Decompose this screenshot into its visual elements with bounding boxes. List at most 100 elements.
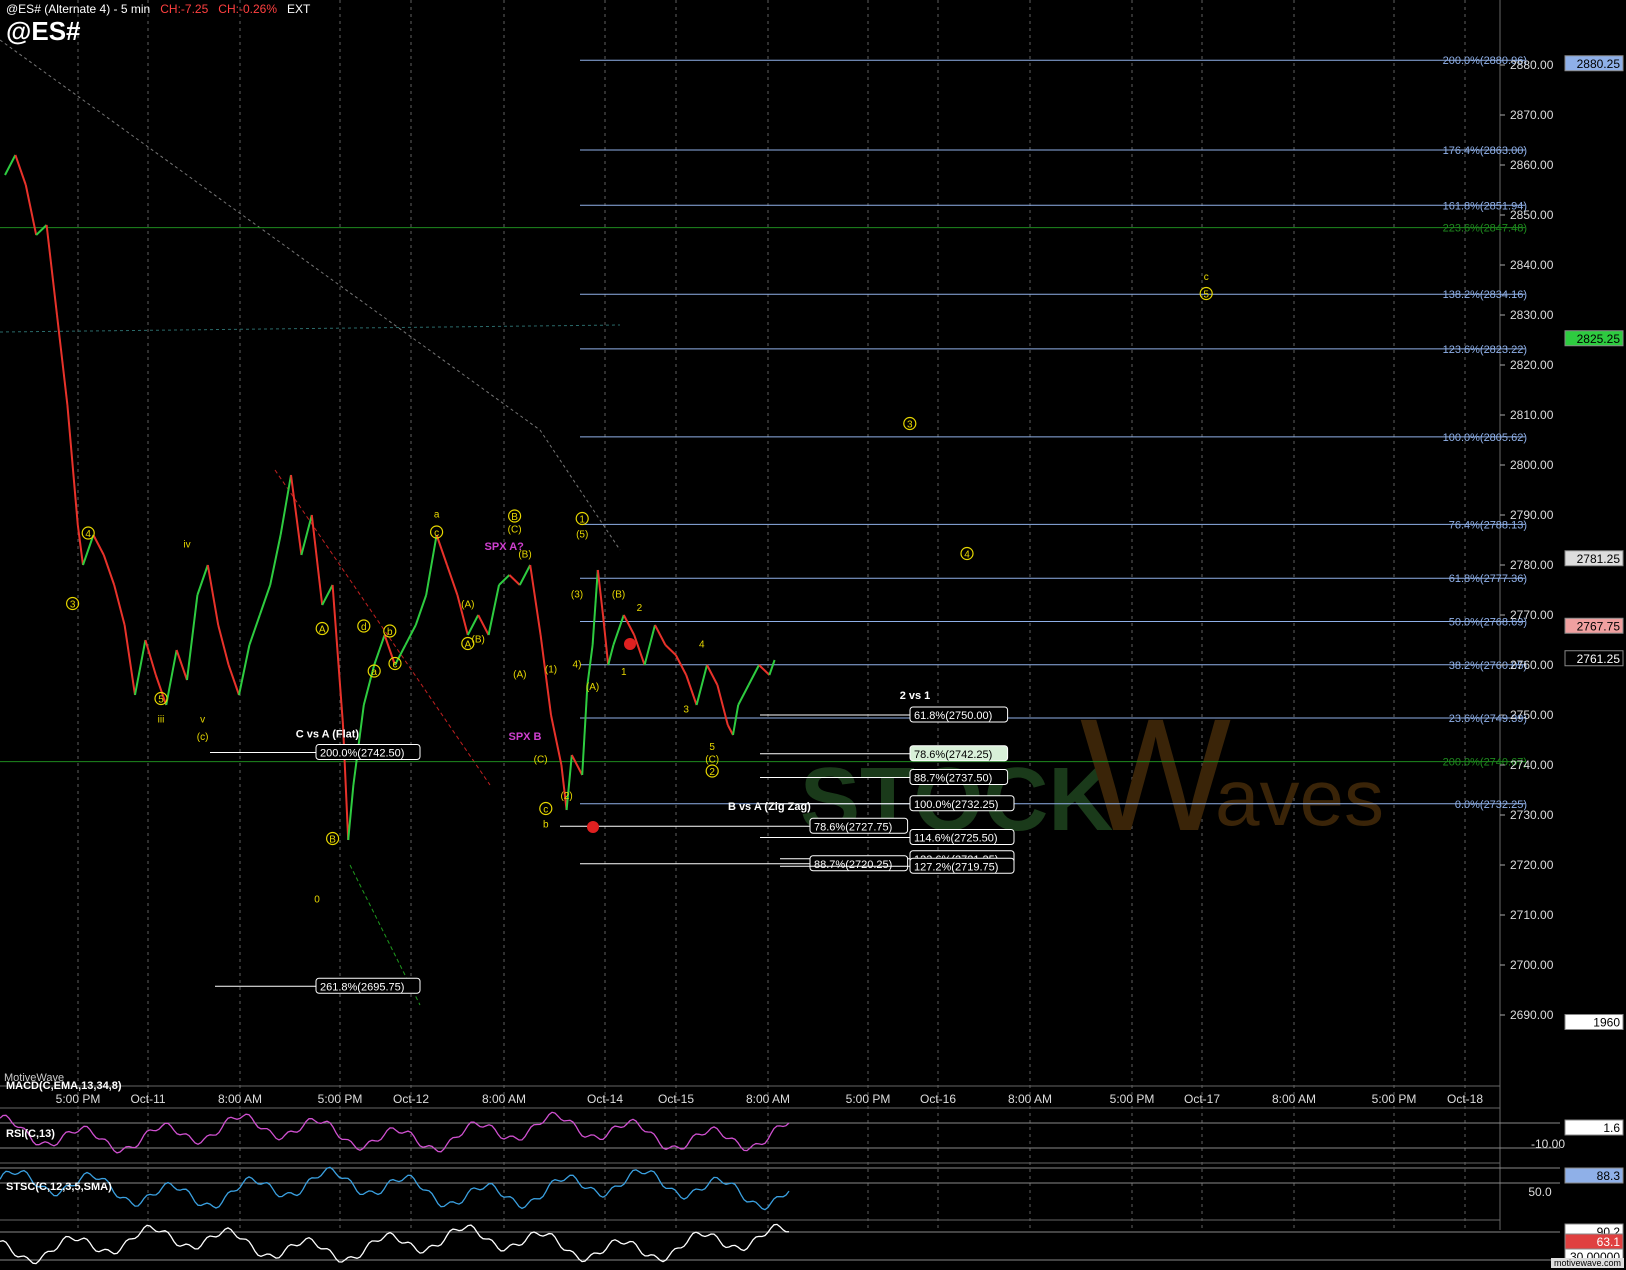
wave-label: a (434, 510, 440, 521)
boxed-level-label: 261.8%(2695.75) (320, 981, 404, 993)
price-segment (747, 664, 760, 686)
wave-label: (5) (576, 530, 588, 541)
wave-label: 4 (964, 550, 970, 561)
grid: STOCKWaves (0, 0, 1501, 1230)
y-tick-label: 2790.00 (1510, 508, 1554, 522)
wave-label: 0 (314, 895, 320, 906)
macd-badge-label: 1.6 (1603, 1121, 1620, 1135)
chart-header: @ES# (Alternate 4) - 5 min CH:-7.25 CH:-… (6, 2, 310, 16)
x-tick-label: Oct-11 (130, 1092, 165, 1106)
y-tick-label: 2830.00 (1510, 308, 1554, 322)
y-tick-label: 2710.00 (1510, 908, 1554, 922)
price-segment (591, 569, 599, 646)
wave-label: 4 (699, 640, 705, 651)
price-segment (560, 764, 568, 811)
wave-label: (B) (472, 635, 485, 646)
x-tick-label: 8:00 AM (746, 1092, 790, 1106)
y-tick-label: 2750.00 (1510, 708, 1554, 722)
y-tick-label: 2860.00 (1510, 158, 1554, 172)
price-segment (768, 659, 776, 676)
price-segment (596, 569, 604, 616)
wave-label: (B) (612, 590, 625, 601)
wave-label: 1 (579, 515, 585, 526)
price-segment (35, 224, 48, 236)
price-segment (466, 614, 480, 636)
price-segment (4, 154, 17, 176)
chart-title: @ES# (Alternate 4) - 5 min (6, 2, 151, 16)
x-tick-label: Oct-17 (1184, 1092, 1220, 1106)
macd-tick-label: -10.00 (1531, 1137, 1565, 1151)
wave-label: 5 (1203, 290, 1209, 301)
price-segment (529, 564, 542, 636)
y-tick-label: 2820.00 (1510, 358, 1554, 372)
price-segment (258, 584, 272, 616)
price-segment (477, 614, 490, 636)
wave-label: (A) (586, 682, 599, 693)
change-points: CH:-7.25 (160, 2, 209, 16)
price-segment (134, 639, 147, 696)
price-segment (518, 564, 532, 586)
price-segment (144, 639, 157, 676)
stsc-label: STSC(C,12,3,5,SMA) (6, 1181, 112, 1193)
y-tick-label: 2810.00 (1510, 408, 1554, 422)
watermark-w: W (1080, 685, 1231, 864)
y-tick-label: 2880.00 (1510, 58, 1554, 72)
price-badge-label: 2880.25 (1577, 57, 1621, 71)
symbol-label: @ES# (6, 16, 81, 46)
price-segment (196, 564, 209, 596)
rsi-tick-label: 50.0 (1528, 1185, 1552, 1199)
change-percent: CH:-0.26% (218, 2, 277, 16)
x-tick-label: Oct-15 (658, 1092, 694, 1106)
boxed-level-label: 114.6%(2725.50) (914, 833, 998, 845)
boxed-level-label: 88.7%(2720.25) (814, 859, 892, 871)
price-segment (321, 584, 334, 606)
price-segment (331, 584, 344, 726)
x-tick-label: 5:00 PM (1110, 1092, 1155, 1106)
price-segment (550, 714, 563, 766)
fib-label: 61.8%(2777.36) (1449, 573, 1527, 585)
price-segment (716, 684, 729, 726)
price-segment (425, 534, 438, 596)
indicator-panes: 1.6-10.0088.350.090.263.130.00000 (0, 1107, 1624, 1265)
wave-label: B (511, 512, 518, 523)
price-segment (123, 624, 136, 696)
price-series (4, 154, 776, 841)
stsc-badge-2-label: 63.1 (1597, 1235, 1621, 1249)
y-tick-label: 2870.00 (1510, 108, 1554, 122)
fib-label: 100.0%(2805.62) (1443, 432, 1527, 444)
x-tick-label: 8:00 AM (1008, 1092, 1052, 1106)
price-segment (300, 514, 313, 556)
wave-label: 3 (907, 420, 913, 431)
boxed-level-label: 78.6%(2742.25) (914, 749, 992, 761)
price-segment (446, 564, 459, 596)
wave-label: 3 (683, 705, 689, 716)
wave-label: c (434, 528, 439, 539)
annotation-label: B vs A (Zig Zag) (728, 801, 811, 813)
wave-label: B (329, 835, 336, 846)
wave-label: (C) (705, 755, 719, 766)
price-segment (238, 644, 251, 696)
y-tick-label: 2740.00 (1510, 758, 1554, 772)
wave-label: (A) (513, 670, 526, 681)
wave-label: c (543, 805, 548, 816)
wave-label: 4 (85, 529, 91, 540)
price-segment (310, 514, 324, 606)
price-badge-label: 1960 (1593, 1016, 1620, 1030)
x-tick-label: 8:00 AM (482, 1092, 526, 1106)
fib-label: 123.6%(2823.22) (1443, 344, 1527, 356)
wave-label: c (1204, 272, 1209, 283)
y-tick-label: 2780.00 (1510, 558, 1554, 572)
x-tick-label: 5:00 PM (846, 1092, 891, 1106)
price-segment (92, 534, 105, 556)
price-segment (102, 554, 116, 586)
x-tick-label: 5:00 PM (1372, 1092, 1417, 1106)
session-label: EXT (287, 2, 311, 16)
wave-label: v (200, 715, 205, 726)
price-segment (654, 624, 667, 646)
boxed-level-label: 61.8%(2750.00) (914, 710, 992, 722)
wave-label: b (543, 820, 549, 831)
x-tick-label: Oct-16 (920, 1092, 956, 1106)
annotation-label: 2 vs 1 (900, 690, 931, 702)
price-segment (56, 314, 69, 406)
price-segment (165, 649, 178, 706)
